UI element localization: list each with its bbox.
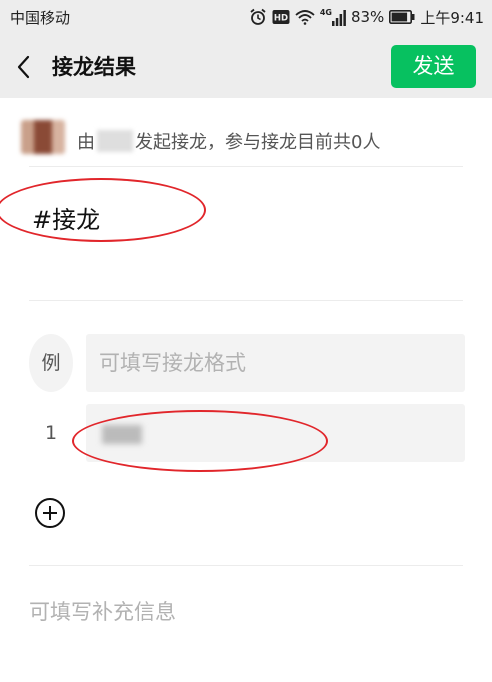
divider — [29, 565, 463, 566]
signal-icon — [331, 9, 346, 26]
divider — [29, 300, 463, 301]
initiator-text: 由 发起接龙，参与接龙目前共0人 — [77, 128, 380, 154]
entry-index-label: 1 — [44, 422, 58, 444]
initiator-name-redacted — [97, 130, 133, 152]
clock: 上午9:41 — [420, 8, 484, 27]
divider — [29, 166, 463, 167]
initiator-prefix: 由 — [77, 132, 95, 153]
supplement-input[interactable] — [29, 590, 463, 634]
hd-icon: HD — [272, 10, 290, 24]
svg-text:HD: HD — [274, 14, 288, 24]
page-title: 接龙结果 — [52, 55, 136, 79]
avatar — [21, 120, 65, 154]
network-type: 4G — [319, 7, 332, 17]
example-row: 例 — [29, 334, 465, 392]
plus-circle-icon[interactable] — [34, 497, 66, 529]
initiator-suffix: 发起接龙，参与接龙目前共0人 — [135, 132, 381, 153]
status-icons: HD 4G 83% 上午9:41 — [249, 7, 484, 27]
status-bar: 中国移动 HD 4G 83% 上午9:41 — [0, 0, 492, 36]
battery-percent: 83% — [350, 8, 385, 26]
annotation-ellipse-topic — [0, 178, 206, 242]
send-button[interactable]: 发送 — [391, 45, 476, 88]
nav-bar: 接龙结果 发送 — [0, 36, 492, 98]
initiator-row: 由 发起接龙，参与接龙目前共0人 — [0, 98, 492, 168]
format-input[interactable] — [86, 334, 465, 392]
chevron-left-icon[interactable] — [12, 52, 36, 82]
wifi-icon — [295, 10, 315, 25]
alarm-icon — [250, 8, 266, 25]
annotation-ellipse-entry — [72, 410, 328, 472]
carrier-name: 中国移动 — [10, 9, 71, 27]
battery-icon — [389, 10, 415, 24]
example-index-label: 例 — [29, 334, 73, 392]
